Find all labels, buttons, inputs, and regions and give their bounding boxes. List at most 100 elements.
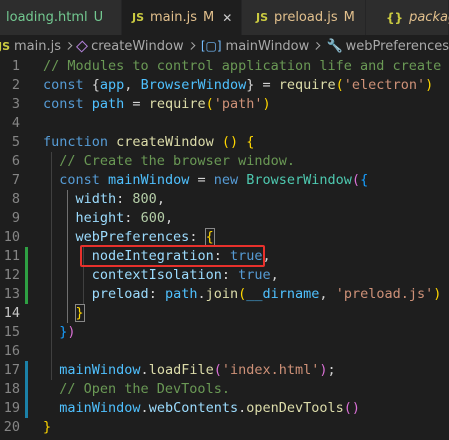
code-token: const [43, 77, 84, 93]
code-token: webContents [148, 400, 239, 416]
code-line[interactable]: 14 } [0, 304, 449, 323]
line-number: 6 [11, 153, 20, 169]
code-token: __dirname [246, 286, 320, 302]
line-number: 4 [11, 115, 20, 131]
code-line[interactable]: 19 mainWindow.webContents.openDevTools() [0, 399, 449, 418]
wrench-icon: 🔧 [326, 38, 343, 54]
code-token: const [59, 172, 100, 188]
breadcrumb-item[interactable]: webPreferences [346, 39, 449, 54]
breadcrumb-file[interactable]: main.js [14, 39, 61, 54]
code-line[interactable]: 6 // Create the browser window. [0, 152, 449, 171]
tab-loading-html[interactable]: loading.html U [0, 0, 122, 35]
tab-preload-js[interactable]: JS preload.js M [242, 0, 366, 35]
code-token: join [205, 286, 239, 302]
tab-package-json[interactable]: {} package [366, 0, 449, 35]
code-token: : [189, 229, 206, 245]
code-text: // Create the browser window. [43, 152, 295, 171]
code-line[interactable]: 18 // Open the DevTools. [0, 380, 449, 399]
code-line[interactable]: 13 preload: path.join(__dirname, 'preloa… [0, 285, 449, 304]
code-token: . [197, 286, 206, 302]
code-line[interactable]: 4 [0, 114, 449, 133]
code-token: BrowserWindow [140, 77, 247, 93]
code-text: }) [43, 323, 75, 342]
code-line[interactable]: 3 const path = require('path') [0, 95, 449, 114]
code-token: 'electron' [343, 77, 426, 93]
gutter-change-marker[interactable] [25, 399, 28, 418]
variable-icon: [▢] [200, 39, 222, 53]
code-token: width [75, 191, 117, 207]
code-token: , [319, 286, 336, 302]
code-token: height [75, 210, 125, 226]
gutter-change-marker[interactable] [25, 285, 28, 304]
code-token: ( [351, 172, 361, 188]
code-text: function createWindow () { [43, 133, 254, 152]
tab-main-js[interactable]: JS main.js M ✕ [122, 0, 242, 35]
code-token: . [140, 400, 149, 416]
breadcrumb-item[interactable]: mainWindow [226, 39, 310, 54]
chevron-right-icon [64, 42, 73, 50]
breadcrumb: JS main.js createWindow [▢] mainWindow 🔧… [0, 35, 449, 57]
code-token: // Create the browser window. [59, 153, 295, 169]
code-token: ( [213, 362, 222, 378]
code-line[interactable]: 20} [0, 418, 449, 437]
line-number: 9 [11, 210, 20, 226]
code-token: contextIsolation [91, 267, 222, 283]
code-token: { [204, 228, 215, 246]
gutter-change-marker[interactable] [25, 266, 28, 285]
code-line[interactable]: 17 mainWindow.loadFile('index.html'); [0, 361, 449, 380]
code-text: width: 800, [43, 190, 165, 209]
code-token: , [124, 77, 141, 93]
code-token: : [116, 191, 133, 207]
line-number: 20 [3, 419, 20, 435]
code-token: mainWindow [59, 362, 141, 378]
tab-label: preload.js [274, 10, 338, 25]
code-line[interactable]: 15 }) [0, 323, 449, 342]
line-number: 5 [11, 134, 20, 150]
line-number: 14 [3, 305, 20, 321]
code-token: { [83, 77, 100, 93]
tab-status-modified: M [203, 10, 215, 25]
code-token: , [164, 210, 174, 226]
gutter-change-marker[interactable] [25, 247, 28, 266]
line-number: 10 [3, 229, 20, 245]
code-token: loadFile [148, 362, 214, 378]
code-token: webPreferences [75, 229, 190, 245]
code-token: } [43, 419, 52, 435]
js-icon: JS [256, 11, 269, 24]
code-line[interactable]: 12 contextIsolation: true, [0, 266, 449, 285]
code-token: ) [433, 286, 442, 302]
code-token: = [124, 96, 149, 112]
code-token: . [238, 400, 247, 416]
code-token: new [213, 172, 239, 188]
line-number: 16 [3, 343, 20, 359]
code-line[interactable]: 2 const {app, BrowserWindow} = require('e… [0, 76, 449, 95]
close-icon[interactable]: ✕ [222, 11, 232, 25]
code-text: const mainWindow = new BrowserWindow({ [43, 171, 368, 190]
line-number: 3 [11, 96, 20, 112]
code-line[interactable]: 16 [0, 342, 449, 361]
tab-label: main.js [150, 10, 198, 25]
gutter-change-marker[interactable] [25, 380, 28, 399]
code-token: : [221, 267, 239, 283]
breadcrumb-item[interactable]: createWindow [91, 39, 184, 54]
code-line[interactable]: 5 function createWindow () { [0, 133, 449, 152]
code-line[interactable]: 1 // Modules to control application life … [0, 57, 449, 76]
code-token: ) [319, 362, 328, 378]
code-token: path [91, 96, 125, 112]
code-token: 800 [132, 191, 157, 207]
gutter-change-marker[interactable] [25, 361, 28, 380]
code-text: const {app, BrowserWindow} = require('el… [43, 76, 433, 95]
line-number: 13 [3, 286, 20, 302]
line-number: 8 [11, 191, 20, 207]
code-line[interactable]: 9 height: 600, [0, 209, 449, 228]
code-text: preload: path.join(__dirname, 'preload.j… [43, 285, 442, 304]
code-line[interactable]: 8 width: 800, [0, 190, 449, 209]
code-line[interactable]: 7 const mainWindow = new BrowserWindow({ [0, 171, 449, 190]
code-editor[interactable]: 1 // Modules to control application life … [0, 57, 449, 440]
line-number: 2 [11, 77, 20, 93]
